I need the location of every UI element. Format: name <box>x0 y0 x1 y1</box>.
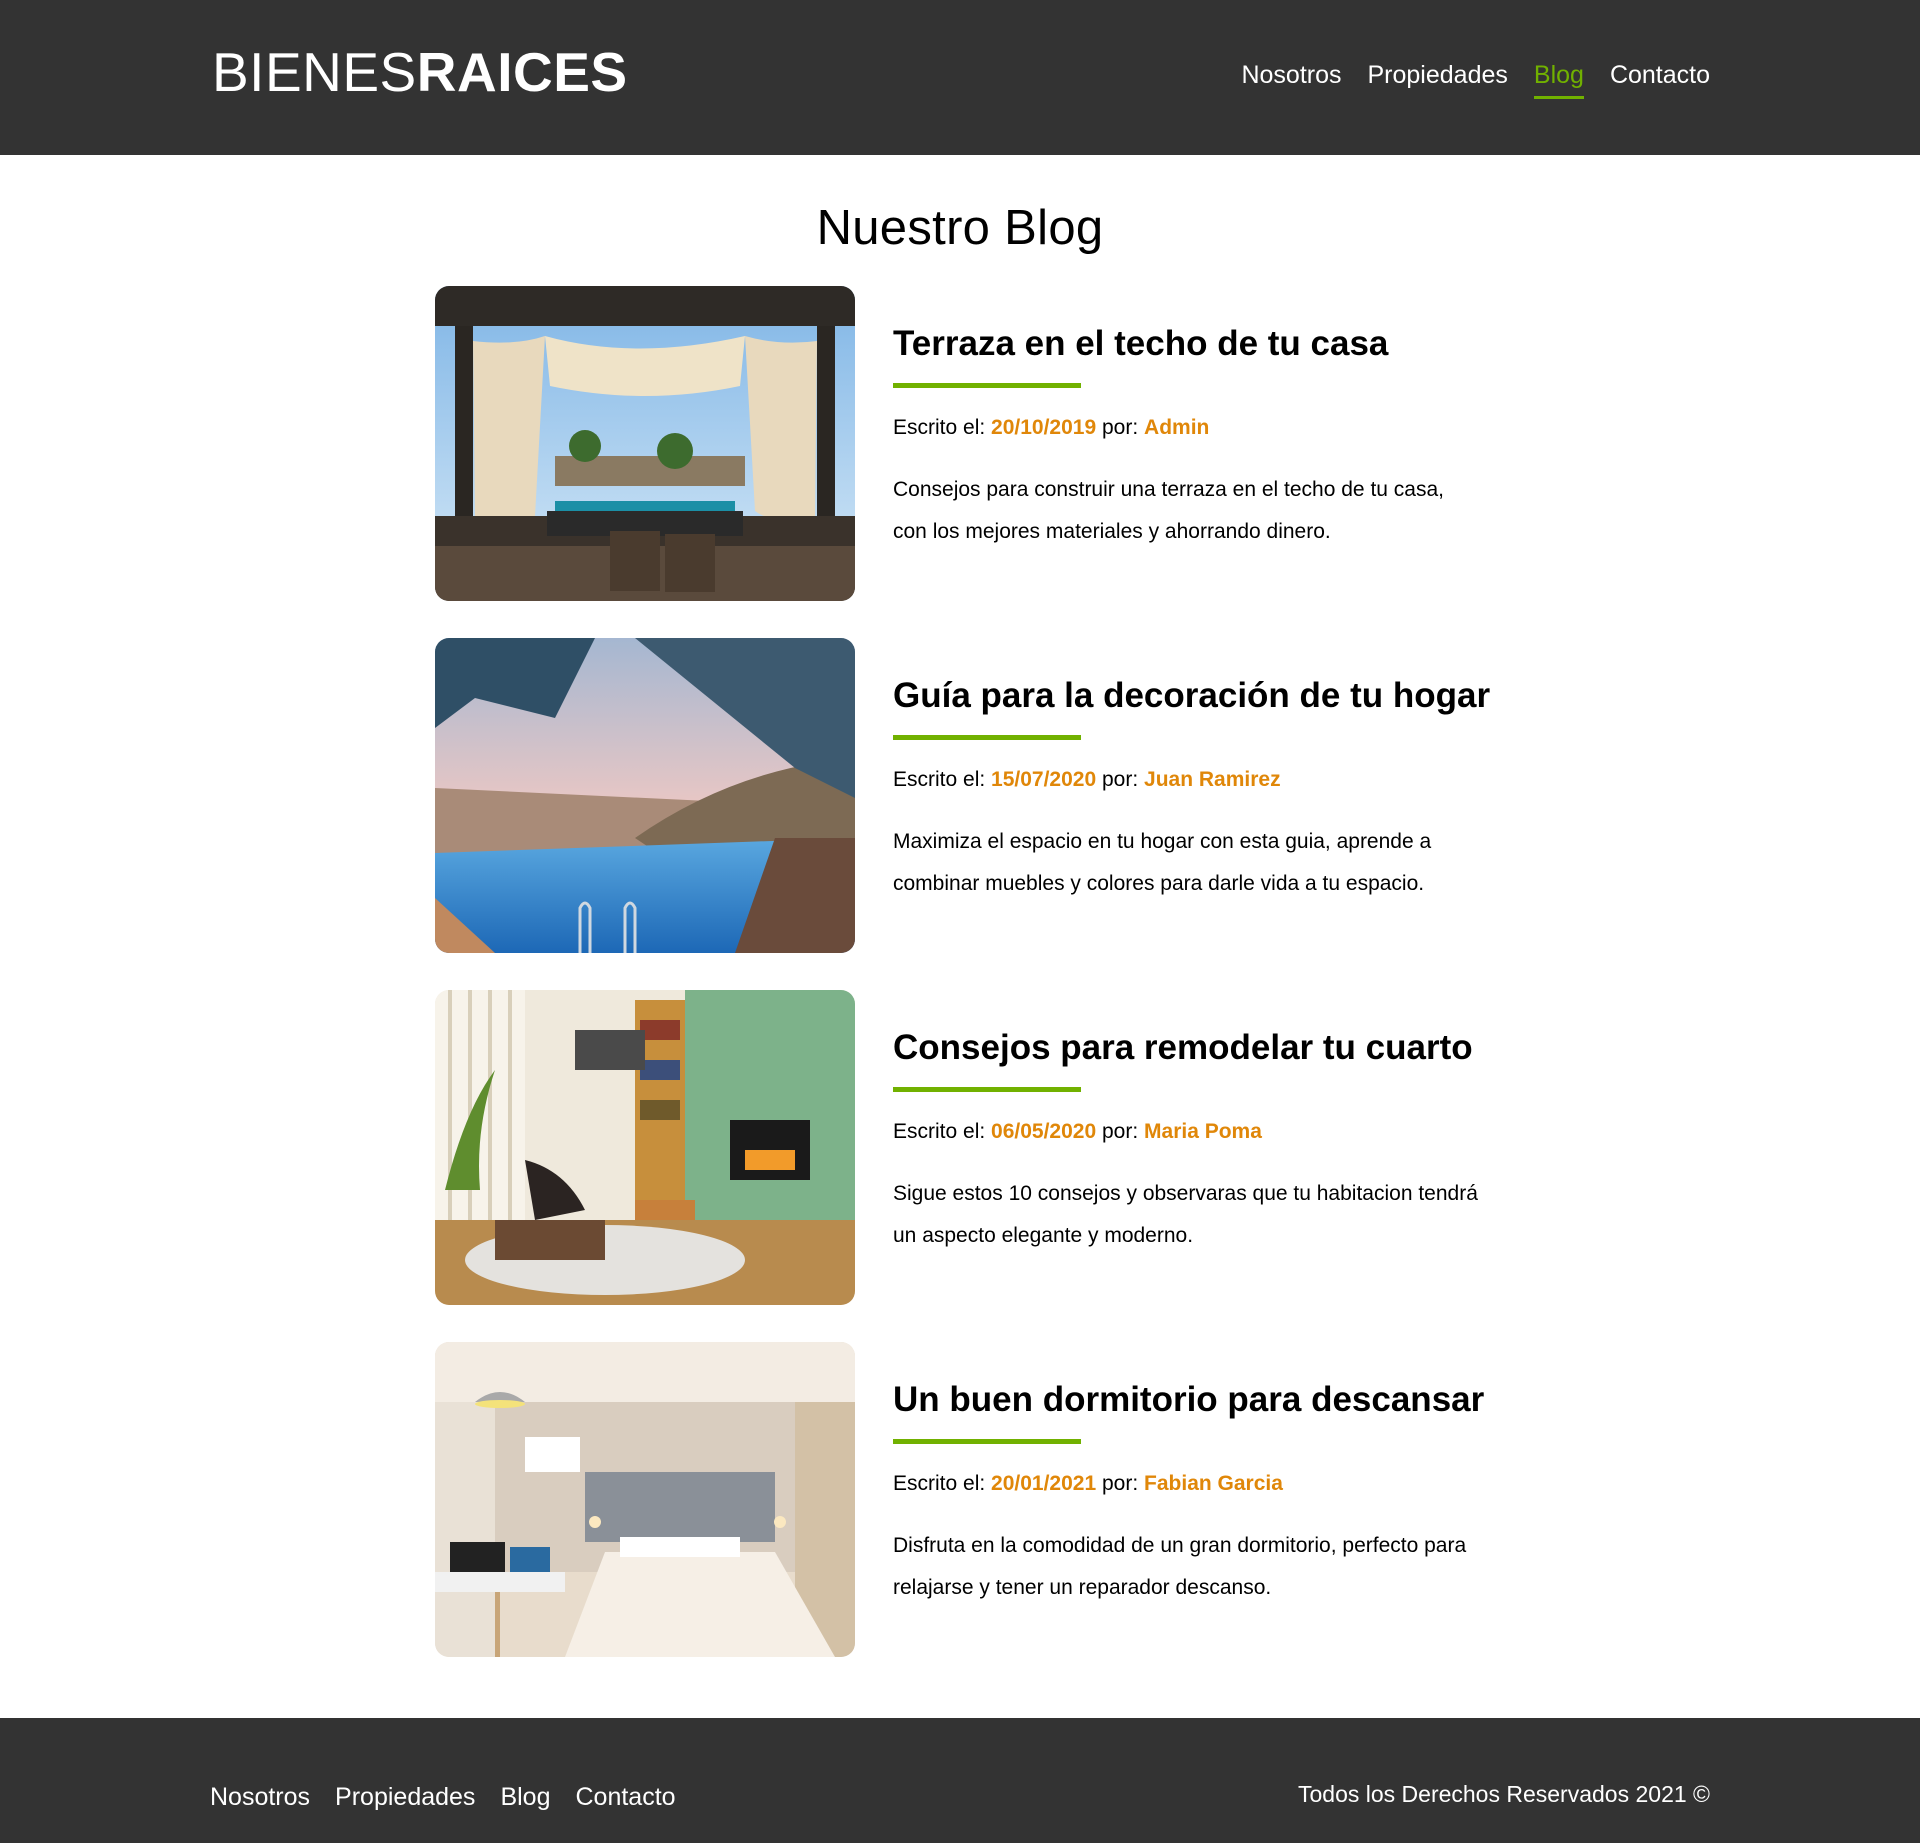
blog-entry-text: Terraza en el techo de tu casa Escrito e… <box>893 286 1493 553</box>
by-label: por: <box>1102 1120 1139 1143</box>
blog-entry-title[interactable]: Un buen dormitorio para descansar <box>893 1378 1493 1422</box>
blog-entry-date: 06/05/2020 <box>991 1120 1097 1143</box>
terrace-image <box>435 286 855 601</box>
blog-entry-title[interactable]: Consejos para remodelar tu cuarto <box>893 1026 1493 1070</box>
by-label: por: <box>1102 768 1139 791</box>
blog-entry-image-terrace[interactable] <box>435 286 855 601</box>
nav-link-blog[interactable]: Blog <box>1533 58 1584 99</box>
blog-entry-author: Maria Poma <box>1144 1120 1262 1143</box>
blog-entry-text: Guía para la decoración de tu hogar Escr… <box>893 638 1493 905</box>
title-underline <box>893 735 1081 740</box>
logo-bold-text: RAICES <box>416 41 628 103</box>
title-underline <box>893 383 1081 388</box>
blog-entry-date: 20/10/2019 <box>991 416 1097 439</box>
blog-entry: Consejos para remodelar tu cuarto Escrit… <box>435 990 1478 1305</box>
nav-link-propiedades[interactable]: Propiedades <box>1368 58 1508 99</box>
written-label: Escrito el: <box>893 416 986 439</box>
blog-entry: Un buen dormitorio para descansar Escrit… <box>435 1342 1484 1657</box>
by-label: por: <box>1102 416 1139 439</box>
blog-entry-description: Consejos para construir una terraza en e… <box>893 478 1444 543</box>
blog-entry-text: Un buen dormitorio para descansar Escrit… <box>893 1342 1493 1609</box>
footer-link-propiedades[interactable]: Propiedades <box>335 1780 475 1814</box>
blog-entry-title[interactable]: Terraza en el techo de tu casa <box>893 322 1493 366</box>
nav-link-contacto[interactable]: Contacto <box>1610 58 1710 99</box>
blog-entry-description: Sigue estos 10 consejos y observaras que… <box>893 1182 1478 1247</box>
blog-entry-image-bedroom[interactable] <box>435 1342 855 1657</box>
main-content: Nuestro Blog Terraza en el techo de tu c… <box>0 155 1920 1718</box>
title-underline <box>893 1087 1081 1092</box>
footer-link-contacto[interactable]: Contacto <box>575 1780 675 1814</box>
by-label: por: <box>1102 1472 1139 1495</box>
page-title: Nuestro Blog <box>816 201 1104 255</box>
site-logo[interactable]: BIENESRAICES <box>212 40 628 104</box>
written-label: Escrito el: <box>893 1120 986 1143</box>
footer-nav: Nosotros Propiedades Blog Contacto <box>210 1780 676 1814</box>
blog-entry-meta: Escrito el: 15/07/2020 por: Juan Ramirez <box>893 766 1493 794</box>
written-label: Escrito el: <box>893 1472 986 1495</box>
blog-entry-date: 20/01/2021 <box>991 1472 1097 1495</box>
blog-entry-text: Consejos para remodelar tu cuarto Escrit… <box>893 990 1493 1257</box>
blog-entry-author: Admin <box>1144 416 1210 439</box>
blog-entry-description: Disfruta en la comodidad de un gran dorm… <box>893 1534 1467 1599</box>
bedroom-image <box>435 1342 855 1657</box>
blog-entry-date: 15/07/2020 <box>991 768 1097 791</box>
footer-link-blog[interactable]: Blog <box>500 1780 550 1814</box>
site-footer: Nosotros Propiedades Blog Contacto Todos… <box>0 1718 1920 1843</box>
title-underline <box>893 1439 1081 1444</box>
pool-image <box>435 638 855 953</box>
blog-entry-title[interactable]: Guía para la decoración de tu hogar <box>893 674 1493 718</box>
blog-entry-meta: Escrito el: 06/05/2020 por: Maria Poma <box>893 1118 1493 1146</box>
blog-entry-meta: Escrito el: 20/10/2019 por: Admin <box>893 414 1493 442</box>
blog-entry-description: Maximiza el espacio en tu hogar con esta… <box>893 830 1432 895</box>
blog-entry-author: Juan Ramirez <box>1144 768 1281 791</box>
logo-light-text: BIENES <box>212 41 417 103</box>
living-room-image <box>435 990 855 1305</box>
copyright-text: Todos los Derechos Reservados 2021 © <box>1297 1781 1710 1807</box>
written-label: Escrito el: <box>893 768 986 791</box>
blog-entry-image-pool[interactable] <box>435 638 855 953</box>
nav-link-nosotros[interactable]: Nosotros <box>1241 58 1341 99</box>
main-nav: Nosotros Propiedades Blog Contacto <box>1241 58 1710 99</box>
blog-entry-image-living-room[interactable] <box>435 990 855 1305</box>
footer-link-nosotros[interactable]: Nosotros <box>210 1780 310 1814</box>
blog-entry-meta: Escrito el: 20/01/2021 por: Fabian Garci… <box>893 1470 1493 1498</box>
blog-entry: Guía para la decoración de tu hogar Escr… <box>435 638 1490 953</box>
blog-entry-author: Fabian Garcia <box>1144 1472 1283 1495</box>
blog-entry: Terraza en el techo de tu casa Escrito e… <box>435 286 1475 601</box>
site-header: BIENESRAICES Nosotros Propiedades Blog C… <box>0 0 1920 155</box>
